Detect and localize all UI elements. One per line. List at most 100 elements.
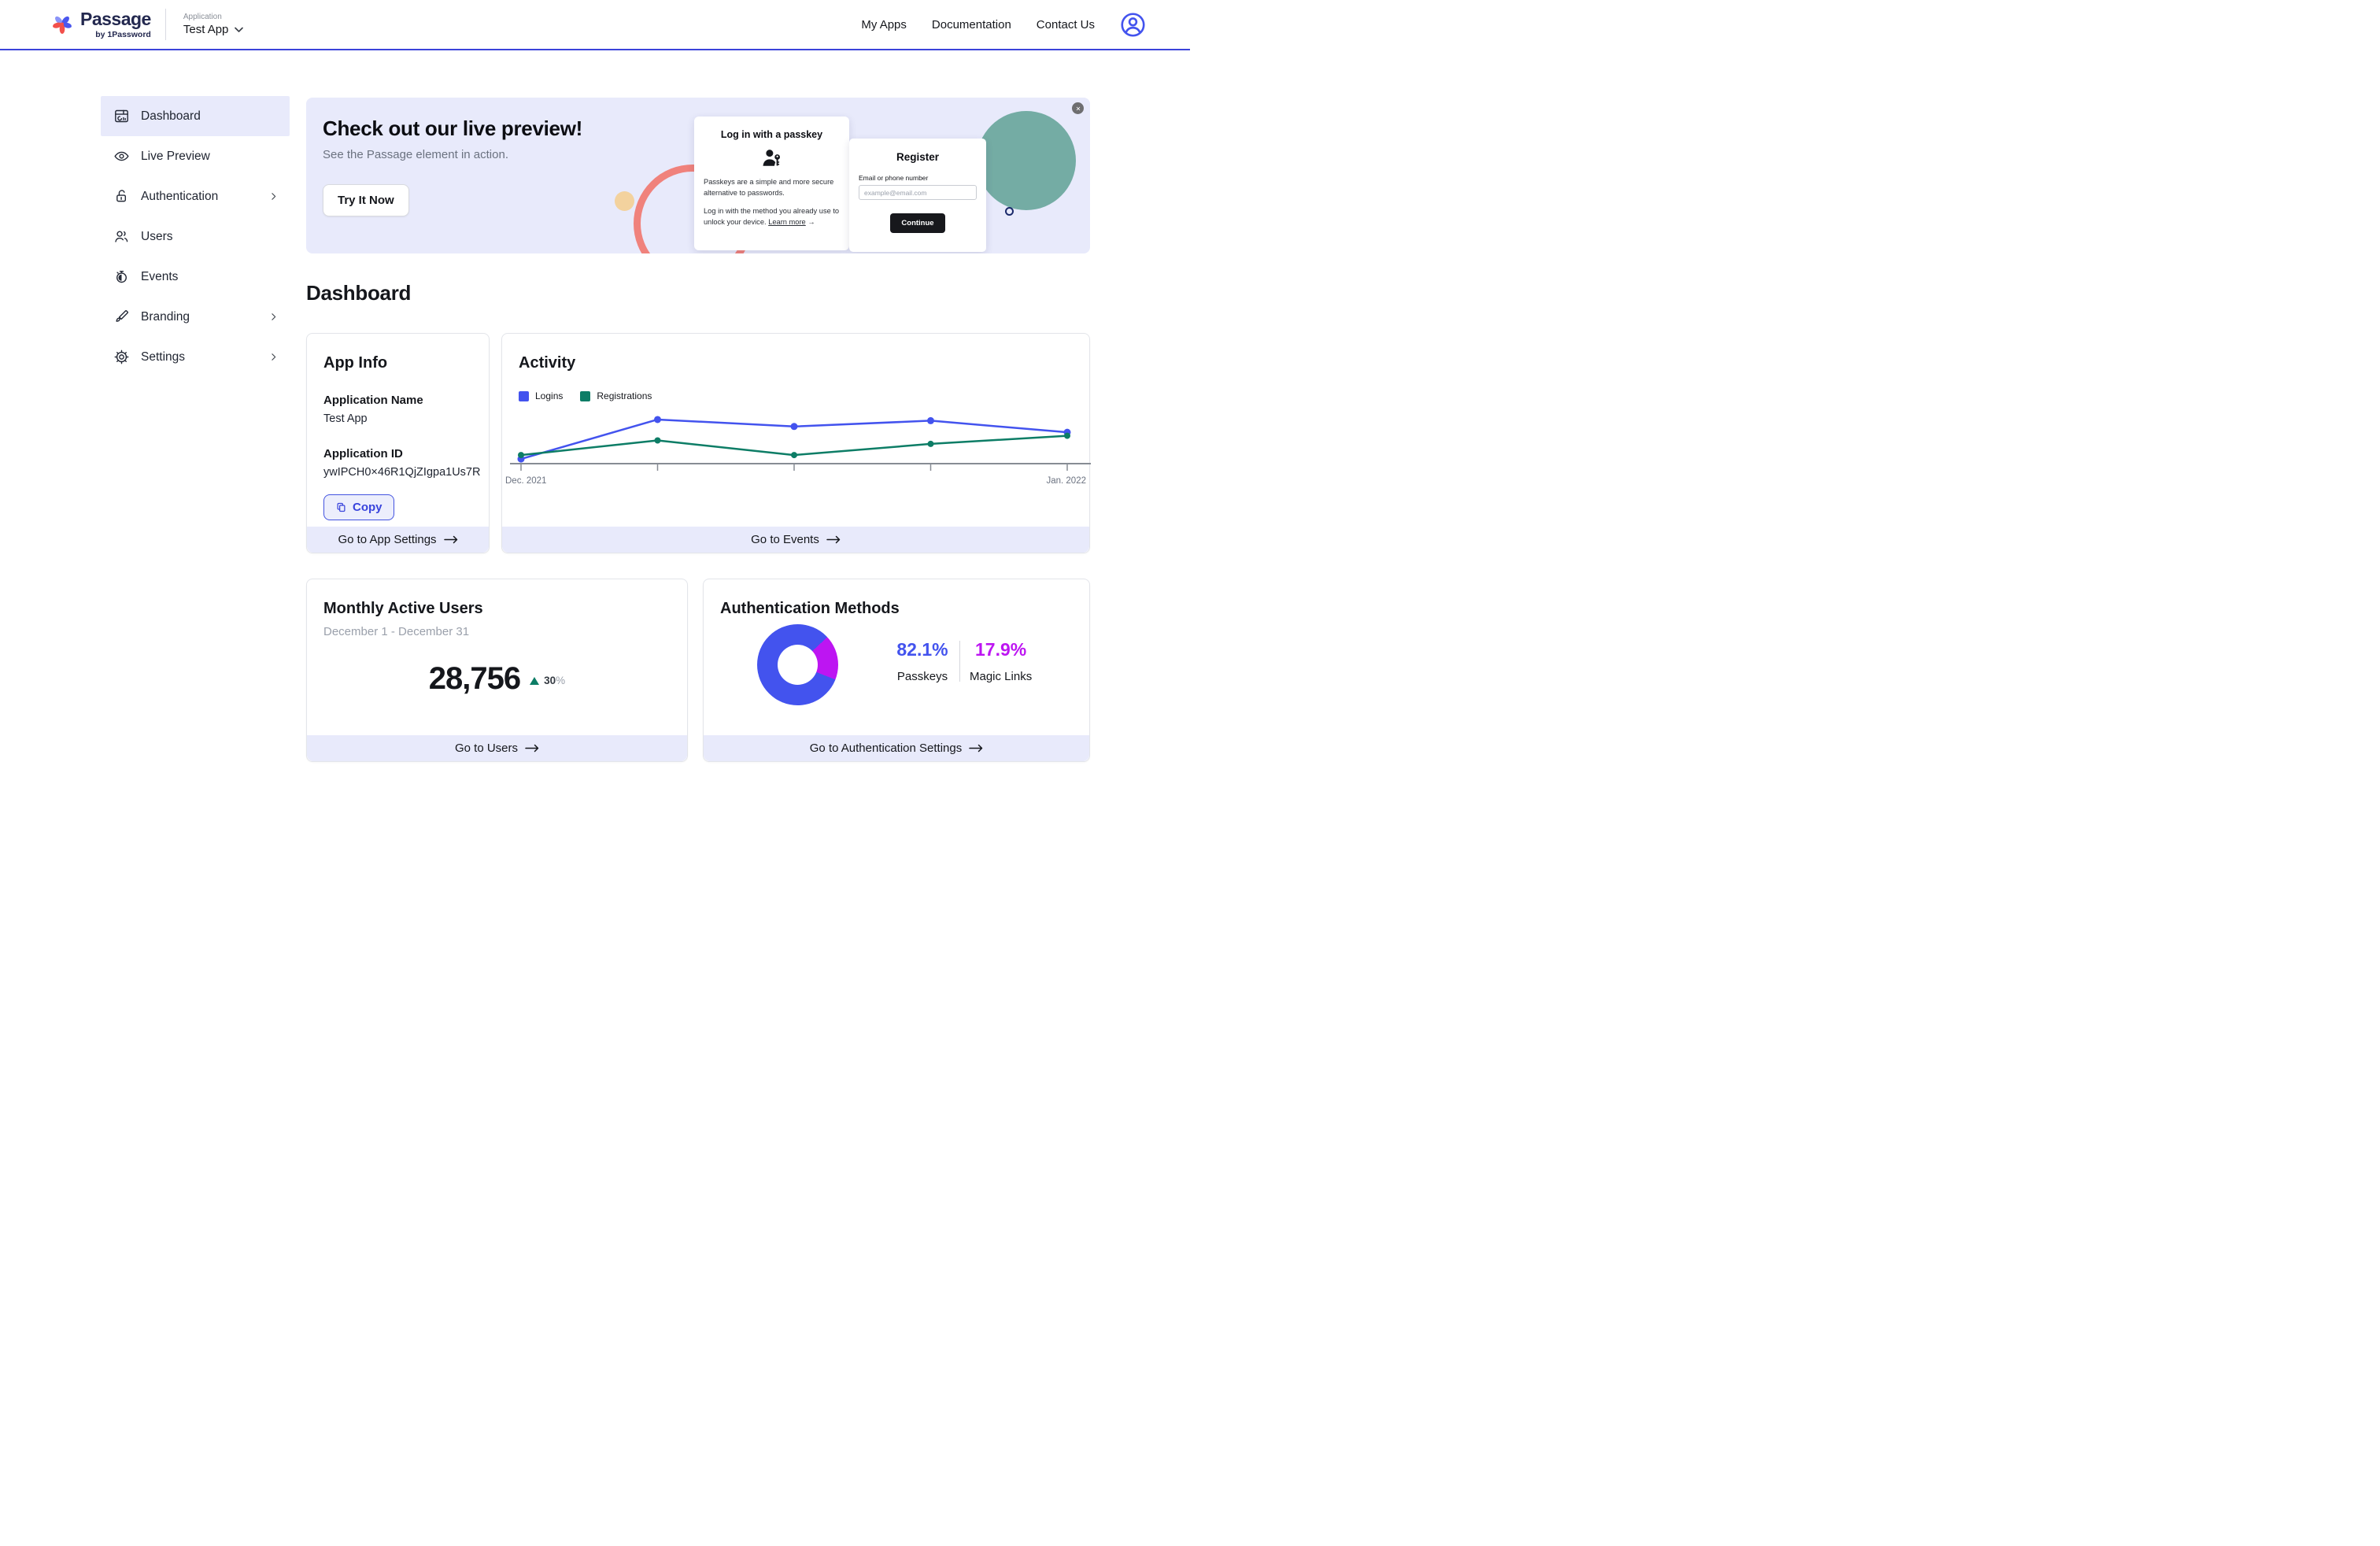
top-header: Passage by 1Password Application Test Ap… [0,0,1190,50]
go-to-authentication-settings-link[interactable]: Go to Authentication Settings [704,735,1089,761]
passkeys-stat: 82.1% Passkeys [889,639,956,683]
application-name-label: Application Name [323,394,423,407]
dashboard-icon [113,108,130,124]
sidebar-item-label: Settings [141,350,185,364]
account-avatar-icon[interactable] [1120,12,1146,38]
arrow-right-icon [525,744,539,753]
header-divider [165,9,166,40]
nav-my-apps[interactable]: My Apps [861,18,907,31]
continue-button[interactable]: Continue [890,213,944,233]
activity-card: Activity Logins Registrations Dec. 2021J… [501,333,1090,553]
sidebar-item-label: Events [141,270,178,284]
chevron-right-icon [268,312,279,322]
lock-icon [113,188,130,205]
application-id-label: Application ID [323,447,403,460]
go-to-users-link[interactable]: Go to Users [307,735,687,761]
mau-title: Monthly Active Users [323,600,483,618]
sidebar-item-dashboard[interactable]: Dashboard [101,96,290,136]
stopwatch-icon [113,268,130,285]
mau-delta-unit: % [556,675,565,686]
peach-circle-decoration [615,191,634,211]
person-key-icon [704,146,840,170]
passkeys-stat-label: Passkeys [895,670,950,683]
authentication-methods-card: Authentication Methods 82.1% Passkeys 17… [703,579,1090,762]
arrow-right-icon [969,744,983,753]
sidebar-item-settings[interactable]: Settings [101,337,290,377]
banner-title: Check out our live preview! [323,117,582,141]
passage-logo[interactable]: Passage by 1Password [50,9,151,39]
header-nav: My Apps Documentation Contact Us [861,12,1146,38]
sidebar-item-live-preview[interactable]: Live Preview [101,136,290,176]
app-info-card: App Info Application Name Test App Appli… [306,333,490,553]
passage-console-page: Passage by 1Password Application Test Ap… [0,0,1190,773]
svg-text:Dec. 2021: Dec. 2021 [505,476,546,486]
application-selector[interactable]: Application Test App [183,13,244,36]
mau-value-row: 28,756 30% [307,661,687,697]
footer-link-label: Go to App Settings [338,533,436,546]
email-field-label: Email or phone number [859,174,977,182]
passkeys-percentage: 82.1% [895,639,950,660]
page-title: Dashboard [306,281,411,305]
footer-link-label: Go to Events [751,533,819,546]
register-preview-card: Register Email or phone number Continue [849,139,986,252]
passkey-paragraph-2: Log in with the method you already use t… [704,206,840,228]
copy-app-id-button[interactable]: Copy [323,494,394,520]
close-icon [1075,105,1081,112]
triangle-up-icon [530,677,539,685]
paintbrush-icon [113,309,130,325]
learn-more-link[interactable]: Learn more [768,218,806,226]
arrow-right-icon [444,535,458,544]
go-to-events-link[interactable]: Go to Events [502,527,1089,553]
monthly-active-users-card: Monthly Active Users December 1 - Decemb… [306,579,688,762]
nav-documentation[interactable]: Documentation [932,18,1011,31]
auth-methods-donut-chart [757,624,838,705]
sidebar: Dashboard Live Preview Authentication Us… [101,96,290,377]
sidebar-item-label: Branding [141,310,190,324]
passkey-card-title: Log in with a passkey [704,129,840,140]
brand-name: Passage [80,9,151,28]
sidebar-item-users[interactable]: Users [101,216,290,257]
magic-links-stat: 17.9% Magic Links [963,639,1038,683]
teal-circle-decoration [977,111,1076,210]
banner-close-button[interactable] [1072,102,1084,114]
sidebar-item-events[interactable]: Events [101,257,290,297]
chevron-right-icon [268,191,279,202]
sidebar-item-authentication[interactable]: Authentication [101,176,290,216]
live-preview-banner: Check out our live preview! See the Pass… [306,98,1090,253]
stats-divider [959,641,960,682]
mau-date-range: December 1 - December 31 [323,625,469,638]
app-info-title: App Info [323,354,387,372]
learn-more-arrow: → [808,218,815,226]
footer-link-label: Go to Authentication Settings [810,742,962,755]
passkey-preview-card: Log in with a passkey Passkeys are a sim… [694,117,849,250]
sidebar-item-label: Live Preview [141,150,210,164]
register-card-title: Register [859,151,977,163]
navy-ring-decoration [1005,207,1014,216]
svg-text:Jan. 2022: Jan. 2022 [1046,476,1086,486]
email-field[interactable] [859,185,977,200]
application-selector-value: Test App [183,23,229,36]
go-to-app-settings-link[interactable]: Go to App Settings [307,527,489,553]
application-selector-label: Application [183,13,244,21]
sidebar-item-label: Authentication [141,190,218,204]
sidebar-item-branding[interactable]: Branding [101,297,290,337]
magic-links-percentage: 17.9% [970,639,1032,660]
try-it-now-button[interactable]: Try It Now [323,184,409,216]
users-icon [113,228,130,245]
activity-line-chart: Dec. 2021 Jan. 2022 [502,334,1091,499]
application-name-value: Test App [323,412,368,425]
mau-value: 28,756 [429,661,520,697]
footer-link-label: Go to Users [455,742,518,755]
passkey-paragraph-1: Passkeys are a simple and more secure al… [704,177,840,199]
arrow-right-icon [826,535,841,544]
chevron-right-icon [268,352,279,362]
chevron-down-icon [235,27,243,33]
auth-methods-stats: 82.1% Passkeys 17.9% Magic Links [889,639,1038,683]
copy-icon [335,501,347,513]
magic-links-stat-label: Magic Links [970,670,1032,683]
application-id-value: ywIPCH0×46R1QjZIgpa1Us7R [323,466,480,479]
mau-delta: 30% [530,674,565,688]
nav-contact-us[interactable]: Contact Us [1037,18,1095,31]
brand-byline: by 1Password [95,30,151,39]
auth-methods-title: Authentication Methods [720,600,900,618]
